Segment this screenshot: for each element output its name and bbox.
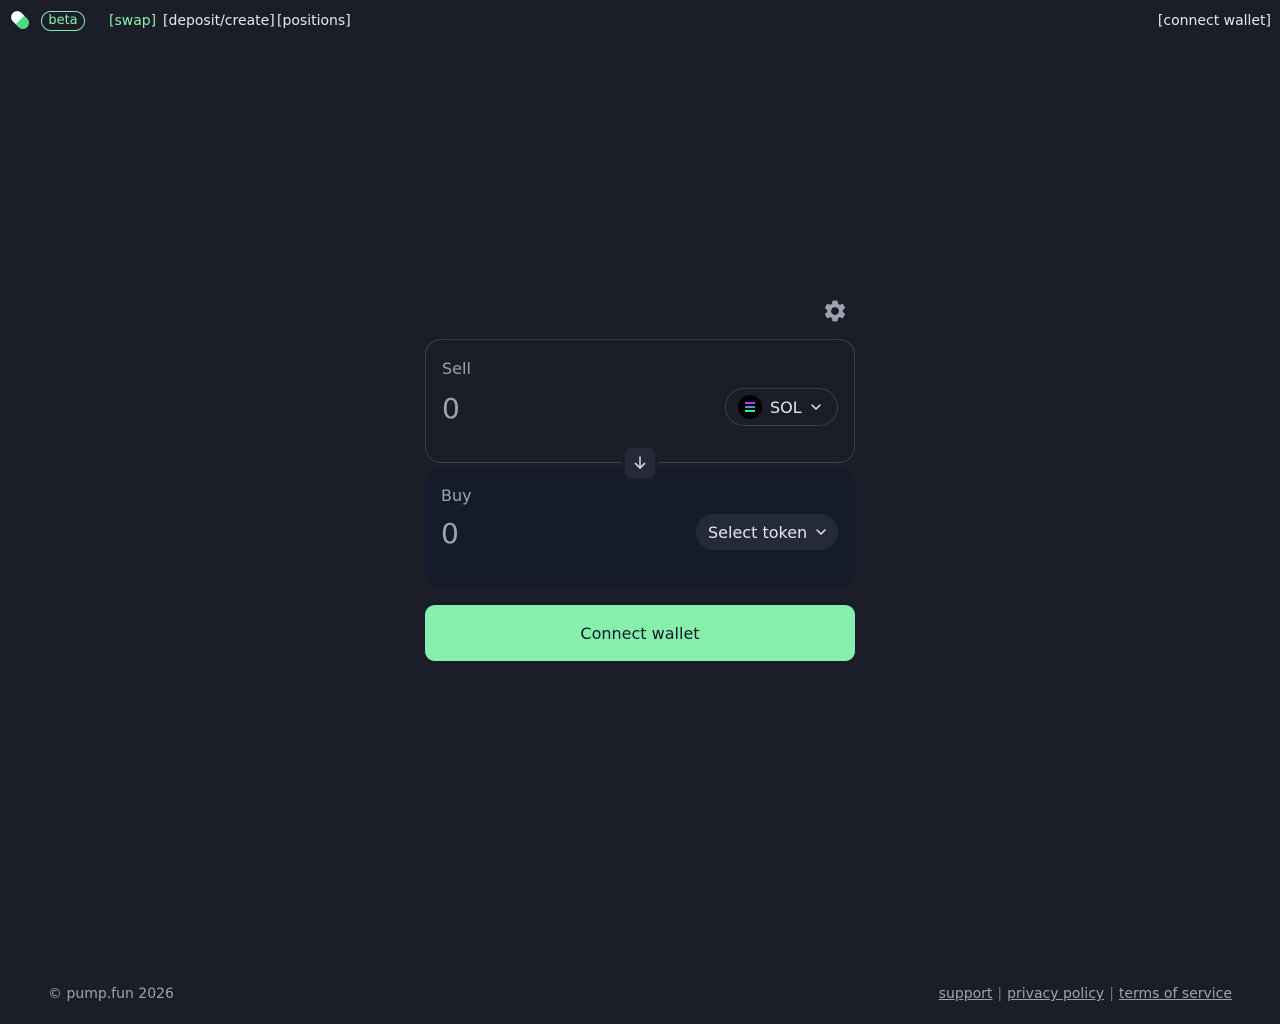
sell-token-symbol: SOL bbox=[770, 397, 802, 417]
connect-wallet-button[interactable]: Connect wallet bbox=[425, 605, 855, 661]
buy-panel: Buy Select token bbox=[425, 468, 855, 588]
buy-amount-input[interactable] bbox=[441, 513, 661, 553]
nav-swap[interactable]: [swap] bbox=[109, 12, 156, 30]
footer-separator: | bbox=[997, 986, 1003, 1002]
nav-positions[interactable]: [positions] bbox=[277, 12, 351, 30]
nav-deposit-create[interactable]: [deposit/create] bbox=[163, 12, 275, 30]
footer-separator: | bbox=[1109, 986, 1114, 1002]
beta-badge: beta bbox=[41, 11, 85, 31]
buy-label: Buy bbox=[441, 486, 472, 505]
connect-wallet-link[interactable]: [connect wallet] bbox=[1158, 12, 1271, 30]
chevron-down-icon bbox=[810, 404, 821, 410]
chevron-down-icon bbox=[816, 529, 826, 535]
sell-label: Sell bbox=[442, 359, 471, 378]
buy-token-select[interactable]: Select token bbox=[696, 514, 838, 550]
privacy-policy-link[interactable]: privacy policy bbox=[1007, 986, 1104, 1002]
solana-icon bbox=[738, 395, 762, 419]
gear-icon[interactable] bbox=[822, 298, 848, 324]
terms-of-service-link[interactable]: terms of service bbox=[1119, 986, 1232, 1002]
arrow-down-icon bbox=[634, 456, 646, 469]
pill-logo-icon[interactable] bbox=[9, 9, 31, 31]
switch-direction-button[interactable] bbox=[622, 445, 658, 481]
footer-links: support | privacy policy | terms of serv… bbox=[939, 986, 1232, 1002]
top-bar: beta [swap] [deposit/create] [positions]… bbox=[0, 0, 1280, 42]
sell-token-select[interactable]: SOL bbox=[725, 388, 838, 426]
copyright-text: © pump.fun 2026 bbox=[48, 986, 174, 1002]
support-link[interactable]: support bbox=[939, 986, 993, 1002]
sell-amount-input[interactable] bbox=[442, 388, 662, 428]
select-token-label: Select token bbox=[708, 522, 808, 542]
